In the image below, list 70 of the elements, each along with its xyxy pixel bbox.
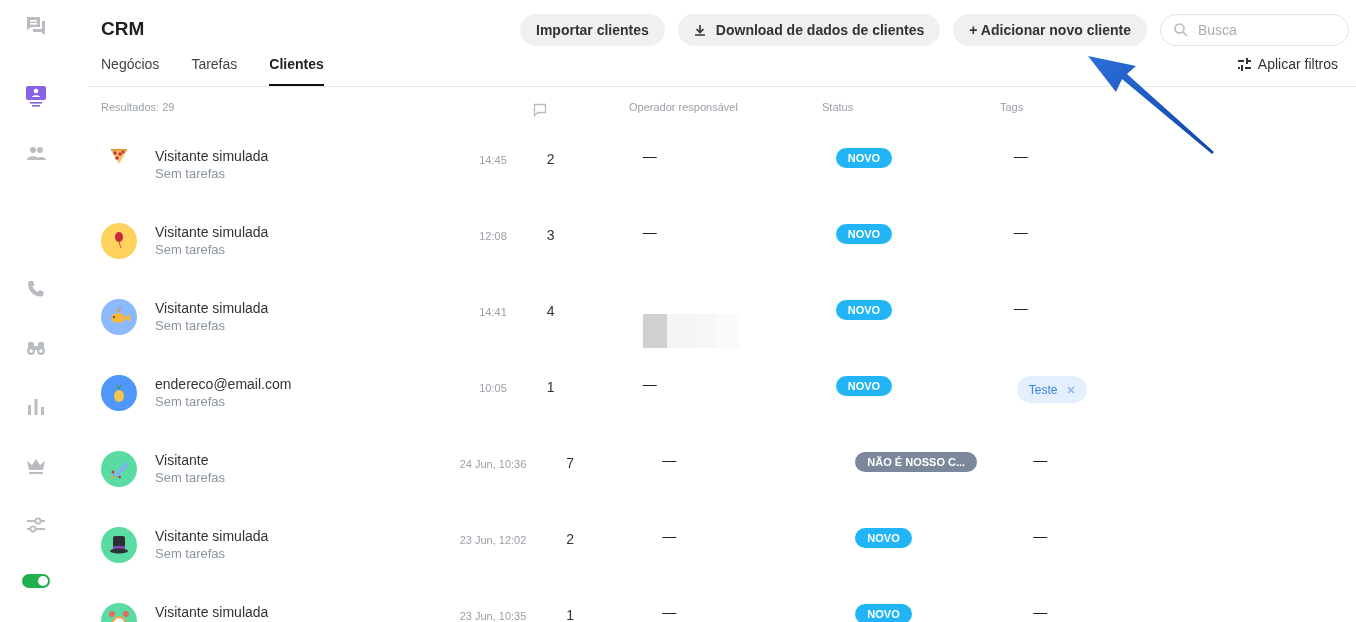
tags-cell: — [1033, 529, 1048, 543]
time-label: 12:08 [479, 230, 507, 242]
task-status: Sem tarefas [155, 165, 226, 182]
phone-icon[interactable] [25, 278, 47, 300]
client-name[interactable]: Visitante [155, 451, 209, 469]
tags-cell: — [1013, 149, 1028, 163]
task-status: Sem tarefas [155, 317, 226, 334]
tags-cell: — [1033, 453, 1048, 467]
time-label: 23 Jun, 10:35 [459, 610, 527, 622]
page-title: CRM [101, 18, 146, 40]
results-count: Resultados: 29 [101, 100, 176, 114]
tags-cell: — [1013, 225, 1028, 239]
bar-chart-icon[interactable] [25, 396, 47, 418]
time-label: 14:45 [479, 154, 507, 166]
status-badge: NOVO [835, 300, 893, 320]
operator-cell: — [642, 377, 657, 391]
client-name[interactable]: Visitante simulada [155, 527, 269, 545]
chat-icon[interactable] [25, 15, 47, 37]
client-name[interactable]: endereco@email.com [155, 375, 292, 393]
tab[interactable]: Negócios [101, 56, 160, 86]
avatar-icon [111, 149, 127, 165]
time-label: 23 Jun, 12:02 [459, 534, 527, 546]
time-label: 24 Jun, 10:36 [459, 458, 527, 470]
tags-cell: — [1033, 605, 1048, 619]
client-name[interactable]: Visitante simulada [155, 223, 269, 241]
toolbar-button[interactable]: + Adicionar novo cliente [953, 14, 1147, 46]
status-badge: NOVO [835, 224, 893, 244]
search-field[interactable]: Busca [1160, 14, 1349, 46]
comment-count: 4 [546, 302, 556, 320]
download-icon [693, 24, 706, 36]
task-status: Sem tarefas [155, 241, 226, 258]
task-status: Sem tarefas [155, 393, 226, 410]
status-badge: NOVO [855, 528, 912, 548]
contact-card-icon[interactable] [25, 85, 47, 107]
operator-cell: — [662, 605, 677, 619]
status-badge: NOVO [835, 148, 893, 168]
comment-count: 1 [546, 378, 556, 396]
comment-count: 2 [566, 530, 576, 548]
filter-icon [1237, 58, 1251, 71]
toolbar-button[interactable]: Importar clientes [520, 14, 665, 46]
operator-cell: — [662, 453, 677, 467]
filter-button[interactable]: Aplicar filtros [1237, 56, 1338, 73]
comment-count: 7 [566, 454, 576, 472]
operator-cell: — [662, 529, 677, 543]
tab[interactable]: Tarefas [191, 56, 238, 86]
client-name[interactable]: Visitante simulada [155, 147, 269, 165]
task-status: Sem tarefas [155, 469, 226, 486]
comment-icon [533, 103, 547, 117]
operator-cell: — [642, 225, 657, 239]
status-badge: NÃO É NOSSO C... [855, 452, 978, 472]
search-icon [1174, 23, 1188, 37]
task-status: Sem tarefas [155, 545, 226, 562]
comment-count: 2 [546, 150, 556, 168]
column-header: Status [822, 100, 855, 114]
client-name[interactable]: Visitante simulada [155, 299, 269, 317]
column-header: Tags [1000, 100, 1025, 114]
status-badge: NOVO [835, 376, 893, 396]
time-label: 14:41 [479, 306, 507, 318]
operator-cell: — [642, 149, 657, 163]
remove-icon[interactable] [1067, 385, 1076, 394]
tab[interactable]: Clientes [269, 56, 324, 86]
comment-count: 3 [546, 226, 556, 244]
toggle-switch[interactable] [22, 574, 50, 588]
tags-cell: — [1013, 301, 1028, 315]
time-label: 10:05 [479, 382, 507, 394]
status-badge: NOVO [855, 604, 912, 622]
toolbar-button[interactable]: Download de dados de clientes [677, 14, 941, 46]
client-name[interactable]: Visitante simulada [155, 603, 269, 621]
comment-count: 1 [566, 606, 576, 622]
column-header: Operador responsável [629, 100, 739, 114]
